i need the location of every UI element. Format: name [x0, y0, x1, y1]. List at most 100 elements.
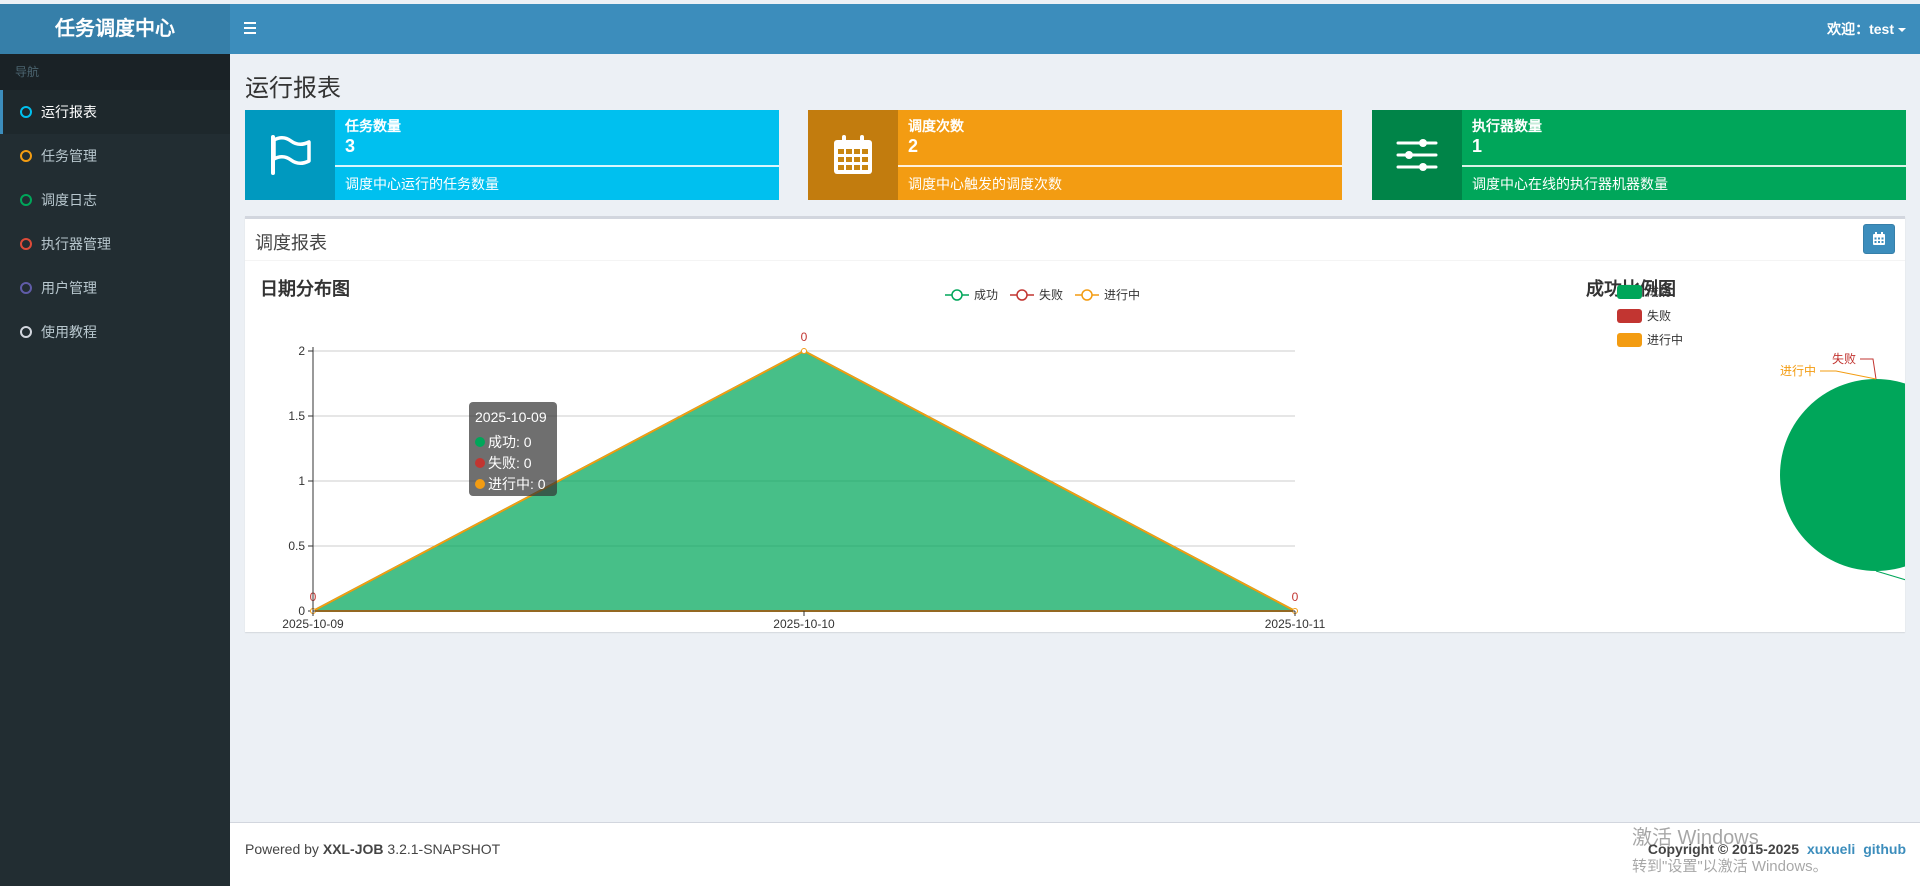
card-value: 1 — [1472, 136, 1483, 156]
tooltip-row: 失败: 0 — [488, 455, 532, 471]
legend-label: 进行中 — [1104, 287, 1140, 302]
chart-tooltip: 2025-10-09 成功: 0 失败: 0 进行中: 0 — [469, 402, 557, 496]
circle-icon — [20, 238, 32, 250]
chart-legend: 成功 失败 进行中 — [945, 287, 1140, 302]
report-title: 调度报表 — [255, 233, 327, 253]
footer-brand: XXL-JOB — [322, 841, 384, 857]
card-description: 调度中心触发的调度次数 — [908, 176, 1062, 192]
legend-item[interactable]: 失败 — [1010, 287, 1063, 302]
slice-label-line — [1875, 570, 1905, 581]
legend-item[interactable]: 进行中 — [1075, 287, 1140, 302]
y-tick-label: 1.5 — [288, 409, 305, 423]
sidebar: 导航 运行报表任务管理调度日志执行器管理用户管理使用教程 — [0, 54, 230, 886]
circle-icon — [20, 194, 32, 206]
legend-label: 进行中 — [1647, 332, 1683, 347]
flag-icon — [245, 110, 335, 200]
y-tick-label: 0.5 — [288, 539, 305, 553]
footer-powered-prefix: Powered by — [245, 841, 323, 857]
x-tick-label: 2025-10-09 — [282, 617, 344, 629]
windows-activation-watermark: 激活 Windows — [1632, 827, 1759, 849]
legend-marker — [1016, 289, 1028, 301]
legend-item[interactable]: 进行中 — [1617, 332, 1683, 347]
tooltip-marker — [475, 458, 485, 468]
slice-label: 进行中 — [1780, 363, 1816, 378]
card-progress-bar — [1462, 165, 1906, 167]
card-value: 3 — [345, 136, 356, 156]
circle-icon — [20, 326, 32, 338]
report-panel: 调度报表 日期分布图 成功失败进行中00.511.520002025-10-09… — [245, 216, 1905, 632]
pie-slice — [1780, 379, 1905, 571]
circle-icon — [20, 150, 32, 162]
y-tick-label: 1 — [298, 474, 305, 488]
date-distribution-chart: 成功失败进行中00.511.520002025-10-092025-10-102… — [282, 287, 1326, 629]
data-label: 0 — [1292, 590, 1299, 604]
report-header: 调度报表 — [245, 219, 1905, 261]
sidebar-item[interactable]: 执行器管理 — [0, 222, 230, 266]
footer-powered: Powered by XXL-JOB 3.2.1-SNAPSHOT — [245, 841, 500, 857]
sidebar-item-label: 调度日志 — [41, 192, 97, 208]
legend-item[interactable]: 失败 — [1617, 308, 1671, 323]
circle-icon — [20, 106, 32, 118]
y-tick-label: 0 — [298, 604, 305, 618]
windows-activation-hint: 转到"设置"以激活 Windows。 — [1632, 858, 1828, 875]
card-label: 执行器数量 — [1472, 118, 1542, 134]
legend-label: 失败 — [1039, 287, 1063, 302]
card-progress-bar — [335, 165, 779, 167]
legend-item[interactable]: 成功 — [945, 288, 998, 302]
sidebar-item-label: 任务管理 — [41, 148, 97, 164]
legend-swatch — [1617, 333, 1642, 347]
sidebar-item-label: 运行报表 — [41, 104, 97, 120]
executor-count-card: 执行器数量 1 调度中心在线的执行器机器数量 — [1372, 110, 1906, 200]
user-menu[interactable]: 欢迎：test — [1827, 4, 1906, 54]
trigger-count-card: 调度次数 2 调度中心触发的调度次数 — [808, 110, 1342, 200]
tooltip-row: 成功: 0 — [488, 434, 532, 450]
legend-swatch — [1617, 309, 1642, 323]
x-tick-label: 2025-10-11 — [1265, 617, 1326, 629]
card-label: 任务数量 — [345, 118, 401, 134]
success-ratio-chart: 成功失败进行中成功失败进行中 — [1617, 285, 1905, 581]
github-link[interactable]: github — [1863, 841, 1906, 857]
sidebar-toggle-icon[interactable] — [244, 19, 260, 39]
data-label: 0 — [801, 330, 808, 344]
card-value: 2 — [908, 136, 919, 156]
app-logo[interactable]: 任务调度中心 — [0, 4, 230, 54]
date-range-button[interactable] — [1863, 224, 1895, 254]
legend-item[interactable]: 成功 — [1617, 285, 1671, 299]
legend-label: 成功 — [1647, 285, 1671, 299]
sidebar-item[interactable]: 使用教程 — [0, 310, 230, 354]
data-point — [801, 348, 807, 354]
calendar-icon — [808, 110, 898, 200]
tooltip-row: 进行中: 0 — [488, 476, 546, 492]
top-navbar: 任务调度中心 欢迎：test — [0, 4, 1920, 54]
sidebar-item-label: 使用教程 — [41, 324, 97, 340]
sidebar-item[interactable]: 用户管理 — [0, 266, 230, 310]
legend-marker — [951, 289, 963, 301]
card-progress-bar — [898, 165, 1342, 167]
slice-label-line — [1820, 370, 1877, 380]
x-tick-label: 2025-10-10 — [773, 617, 835, 629]
footer-version: 3.2.1-SNAPSHOT — [383, 841, 501, 857]
card-description: 调度中心运行的任务数量 — [345, 176, 499, 192]
legend-label: 失败 — [1647, 308, 1671, 323]
legend-swatch — [1617, 285, 1642, 299]
tooltip-title: 2025-10-09 — [475, 409, 547, 425]
sidebar-section-header: 导航 — [0, 54, 230, 90]
sidebar-item[interactable]: 运行报表 — [0, 90, 230, 134]
sidebar-item-label: 用户管理 — [41, 280, 97, 296]
legend-marker — [1081, 289, 1093, 301]
calendar-icon — [1873, 232, 1885, 245]
card-label: 调度次数 — [908, 118, 964, 134]
card-description: 调度中心在线的执行器机器数量 — [1472, 176, 1668, 192]
sidebar-item[interactable]: 调度日志 — [0, 178, 230, 222]
task-count-card: 任务数量 3 调度中心运行的任务数量 — [245, 110, 779, 200]
tooltip-marker — [475, 479, 485, 489]
circle-icon — [20, 282, 32, 294]
user-greeting: 欢迎：test — [1827, 21, 1894, 37]
legend-label: 成功 — [974, 288, 998, 302]
sidebar-item[interactable]: 任务管理 — [0, 134, 230, 178]
tooltip-marker — [475, 437, 485, 447]
page-title: 运行报表 — [245, 75, 341, 102]
sidebar-item-label: 执行器管理 — [41, 236, 111, 252]
y-tick-label: 2 — [298, 344, 305, 358]
caret-down-icon — [1898, 28, 1906, 33]
